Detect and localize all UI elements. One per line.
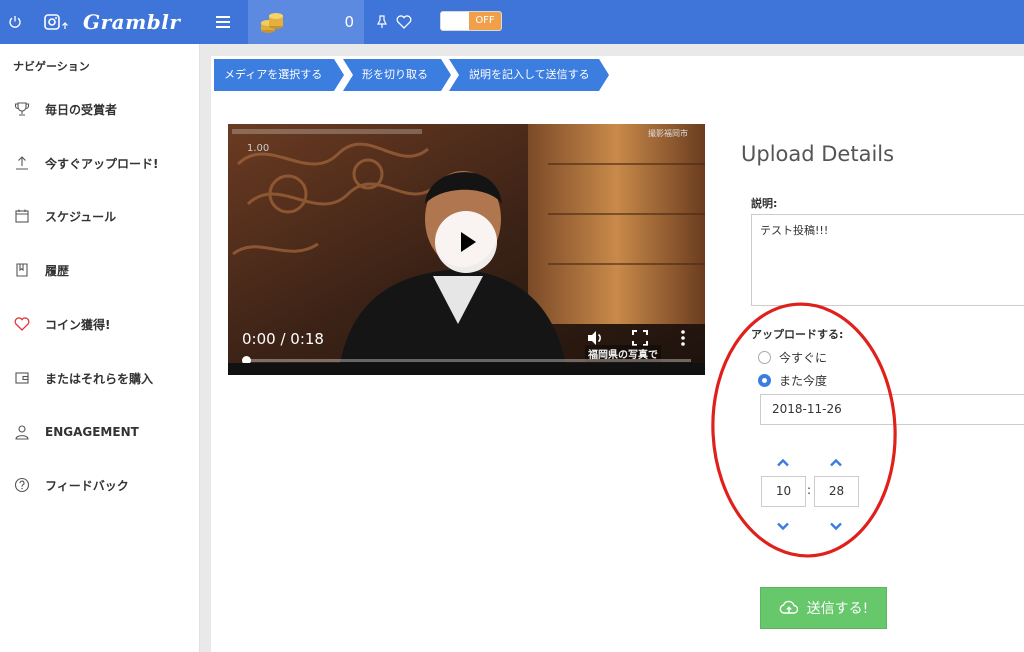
wallet-icon: [12, 368, 32, 388]
radio-now[interactable]: [758, 350, 771, 364]
step-describe-send[interactable]: 説明を記入して送信する: [449, 59, 609, 91]
radio-later[interactable]: [758, 373, 771, 387]
sidebar-item-label: フィードバック: [45, 478, 129, 493]
more-options-icon[interactable]: [680, 330, 686, 350]
top-bar: Gramblr 0 OFF: [0, 0, 1024, 44]
heart-icon[interactable]: [396, 0, 412, 44]
description-label: 説明:: [751, 197, 778, 210]
trophy-icon: [12, 99, 32, 119]
brand-logo: Gramblr: [83, 10, 181, 34]
hour-up-chevron-icon[interactable]: [775, 454, 791, 467]
schedule-date-field[interactable]: 2018-11-26: [760, 394, 1024, 425]
sidebar-item-label: ENGAGEMENT: [45, 425, 139, 439]
radio-now-label: 今すぐに: [779, 350, 828, 365]
coin-stack-icon: [260, 10, 284, 38]
radio-later-label: また今度: [779, 373, 828, 388]
video-top-overlay: [232, 129, 422, 134]
user-icon: [12, 422, 32, 442]
step-label: 説明を記入して送信する: [469, 68, 590, 81]
book-icon: [12, 260, 32, 280]
heart-icon: [12, 314, 32, 334]
question-icon: [12, 475, 32, 495]
hour-field[interactable]: 10: [761, 476, 806, 507]
cloud-upload-icon: [779, 600, 798, 614]
instagram-upload-icon[interactable]: [44, 0, 70, 44]
sidebar-item-buy[interactable]: またはそれらを購入: [0, 366, 200, 390]
sidebar-item-label: 毎日の受賞者: [45, 102, 118, 117]
sidebar-nav: ナビゲーション 毎日の受賞者 今すぐアップロード! スケジュール 履歴 コイン獲…: [0, 44, 200, 652]
calendar-icon: [12, 206, 32, 226]
minute-up-chevron-icon[interactable]: [828, 454, 844, 467]
upload-details-title: Upload Details: [741, 142, 895, 166]
sidebar-item-earn-coins[interactable]: コイン獲得!: [0, 312, 200, 336]
coin-count: 0: [344, 13, 354, 31]
minute-field[interactable]: 28: [814, 476, 859, 507]
sidebar-item-engagement[interactable]: ENGAGEMENT: [0, 420, 200, 444]
coin-balance[interactable]: 0: [248, 0, 364, 44]
time-separator: :: [807, 483, 812, 497]
toggle-state-label: OFF: [469, 12, 501, 30]
power-icon[interactable]: [8, 0, 24, 44]
radio-upload-later[interactable]: また今度: [758, 372, 827, 388]
sidebar-item-daily-winners[interactable]: 毎日の受賞者: [0, 97, 200, 121]
sidebar-title: ナビゲーション: [13, 60, 90, 73]
video-ticker: [228, 363, 705, 375]
sidebar-item-label: またはそれらを購入: [45, 371, 154, 386]
sidebar-item-upload-now[interactable]: 今すぐアップロード!: [0, 151, 200, 175]
sidebar-item-schedule[interactable]: スケジュール: [0, 204, 200, 228]
sidebar-item-label: 今すぐアップロード!: [45, 156, 159, 171]
upload-timing-label: アップロードする:: [751, 328, 844, 341]
step-select-media[interactable]: メディアを選択する: [214, 59, 344, 91]
video-progress-bar[interactable]: [242, 356, 691, 365]
description-field[interactable]: テスト投稿!!!: [751, 214, 1024, 306]
sidebar-item-history[interactable]: 履歴: [0, 258, 200, 282]
step-crop[interactable]: 形を切り取る: [343, 59, 451, 91]
minute-down-chevron-icon[interactable]: [828, 517, 844, 531]
sidebar-item-label: コイン獲得!: [45, 317, 111, 332]
sidebar-item-label: 履歴: [45, 263, 70, 278]
video-time: 0:00 / 0:18: [242, 330, 324, 348]
sidebar-item-feedback[interactable]: フィードバック: [0, 473, 200, 497]
radio-upload-now[interactable]: 今すぐに: [758, 349, 827, 365]
auto-toggle[interactable]: OFF: [440, 11, 502, 31]
pin-icon[interactable]: [376, 0, 388, 44]
video-corner-text: 撮影福岡市: [648, 129, 688, 138]
play-button[interactable]: [435, 211, 497, 273]
step-label: 形を切り取る: [362, 68, 428, 81]
video-speed-label: 1.00: [247, 143, 270, 154]
sidebar-item-label: スケジュール: [45, 209, 117, 224]
hour-down-chevron-icon[interactable]: [775, 517, 791, 531]
send-button[interactable]: 送信する!: [760, 587, 887, 629]
send-button-label: 送信する!: [806, 601, 869, 617]
upload-icon: [12, 153, 32, 173]
menu-icon[interactable]: [216, 0, 232, 44]
step-label: メディアを選択する: [224, 68, 323, 81]
